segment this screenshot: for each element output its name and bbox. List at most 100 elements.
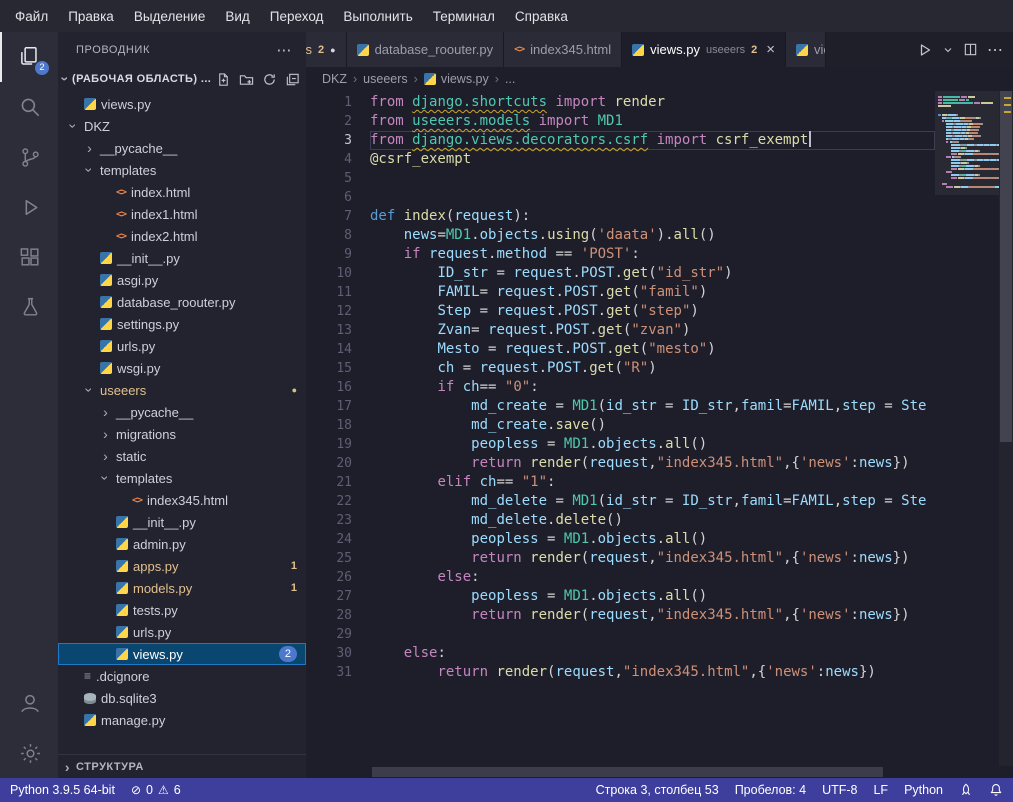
code-line[interactable]: news=MD1.objects.using('daata').all() xyxy=(370,226,935,245)
code-line[interactable]: ID_str = request.POST.get("id_str") xyxy=(370,264,935,283)
code-line[interactable]: md_delete.delete() xyxy=(370,511,935,530)
activity-account-button[interactable] xyxy=(0,678,58,728)
code-line[interactable]: peopless = MD1.objects.all() xyxy=(370,435,935,454)
new-file-icon[interactable] xyxy=(216,72,231,87)
breadcrumb-dkz[interactable]: DKZ xyxy=(322,72,347,86)
folder-useeers[interactable]: ›useeers● xyxy=(58,379,306,401)
code-line[interactable]: peopless = MD1.objects.all() xyxy=(370,587,935,606)
minimap[interactable] xyxy=(935,91,999,766)
code-line[interactable] xyxy=(370,188,935,207)
menu-terminal[interactable]: Терминал xyxy=(424,5,504,28)
more-actions-icon[interactable]: ⋯ xyxy=(987,40,1003,60)
code-line[interactable]: @csrf_exempt xyxy=(370,150,935,169)
activity-source-control-button[interactable] xyxy=(0,132,58,182)
more-actions-icon[interactable]: ⋯ xyxy=(276,41,292,59)
status-language[interactable]: Python xyxy=(904,778,943,802)
scrollbar-thumb[interactable] xyxy=(1000,91,1012,442)
rocket-icon[interactable] xyxy=(959,783,973,797)
file-init-py[interactable]: __init__.py xyxy=(58,511,306,533)
file-urls-py[interactable]: urls.py xyxy=(58,621,306,643)
vertical-scrollbar[interactable] xyxy=(999,91,1013,766)
file-asgi-py[interactable]: asgi.py xyxy=(58,269,306,291)
outline-section-header[interactable]: › СТРУКТУРА xyxy=(58,754,306,778)
activity-extensions-button[interactable] xyxy=(0,232,58,282)
folder-templates[interactable]: ›templates xyxy=(58,159,306,181)
folder-static[interactable]: ›static xyxy=(58,445,306,467)
file-apps-py[interactable]: apps.py1 xyxy=(58,555,306,577)
menu-go[interactable]: Переход xyxy=(261,5,333,28)
status-python-version[interactable]: Python 3.9.5 64-bit xyxy=(10,778,115,802)
folder-pycache[interactable]: ›__pycache__ xyxy=(58,401,306,423)
activity-settings-button[interactable] xyxy=(0,728,58,778)
file-index-html[interactable]: <>index.html xyxy=(58,181,306,203)
tab-views-py[interactable]: views.pyuseeers2× xyxy=(622,32,786,67)
status-problems[interactable]: ⊘0⚠6 xyxy=(131,778,181,802)
code-line[interactable]: ch = request.POST.get("R") xyxy=(370,359,935,378)
file-dcignore[interactable]: ≡.dcignore xyxy=(58,665,306,687)
code-line[interactable]: elif ch== "1": xyxy=(370,473,935,492)
split-editor-icon[interactable] xyxy=(963,42,978,57)
activity-run-debug-button[interactable] xyxy=(0,182,58,232)
code-line[interactable]: Step = request.POST.get("step") xyxy=(370,302,935,321)
code-line[interactable]: def index(request): xyxy=(370,207,935,226)
refresh-icon[interactable] xyxy=(262,72,277,87)
file-index1-html[interactable]: <>index1.html xyxy=(58,203,306,225)
code-line[interactable]: return render(request,"index345.html",{'… xyxy=(370,454,935,473)
file-models-py[interactable]: models.py1 xyxy=(58,577,306,599)
new-folder-icon[interactable] xyxy=(239,72,254,87)
code-line[interactable]: from useeers.models import MD1 xyxy=(370,112,935,131)
menu-help[interactable]: Справка xyxy=(506,5,577,28)
file-urls-py[interactable]: urls.py xyxy=(58,335,306,357)
collapse-all-icon[interactable] xyxy=(285,72,300,87)
file-index2-html[interactable]: <>index2.html xyxy=(58,225,306,247)
notifications-bell-icon[interactable] xyxy=(989,783,1003,797)
file-manage-py[interactable]: manage.py xyxy=(58,709,306,731)
code-line[interactable]: else: xyxy=(370,644,935,663)
menu-view[interactable]: Вид xyxy=(216,5,258,28)
tab-diiits[interactable]: diiits2● xyxy=(306,32,347,67)
status-indentation[interactable]: Пробелов: 4 xyxy=(735,778,806,802)
code-line[interactable]: peopless = MD1.objects.all() xyxy=(370,530,935,549)
code-editor[interactable]: from django.shortcuts import renderfrom … xyxy=(370,91,935,766)
scrollbar-thumb[interactable] xyxy=(372,767,883,777)
file-db-sqlite3[interactable]: db.sqlite3 xyxy=(58,687,306,709)
file-index345-html[interactable]: <>index345.html xyxy=(58,489,306,511)
code-line[interactable]: return render(request,"index345.html",{'… xyxy=(370,663,935,682)
menu-selection[interactable]: Выделение xyxy=(125,5,215,28)
tab-close-icon[interactable]: × xyxy=(766,41,775,58)
tab-views-py-2[interactable]: views.py xyxy=(786,32,826,67)
activity-testing-button[interactable] xyxy=(0,282,58,332)
status-cursor-position[interactable]: Строка 3, столбец 53 xyxy=(596,778,719,802)
file-tests-py[interactable]: tests.py xyxy=(58,599,306,621)
file-views-py[interactable]: views.py2 xyxy=(58,643,306,665)
file-init-py[interactable]: __init__.py xyxy=(58,247,306,269)
code-line[interactable]: from django.shortcuts import render xyxy=(370,93,935,112)
code-line[interactable]: md_create.save() xyxy=(370,416,935,435)
run-dropdown-chevron-icon[interactable] xyxy=(942,44,954,56)
activity-search-button[interactable] xyxy=(0,82,58,132)
file-views-py[interactable]: views.py xyxy=(58,93,306,115)
breadcrumb-useeers[interactable]: useeers xyxy=(363,72,407,86)
file-settings-py[interactable]: settings.py xyxy=(58,313,306,335)
file-database-roouter-py[interactable]: database_roouter.py xyxy=(58,291,306,313)
code-line[interactable]: Zvan= request.POST.get("zvan") xyxy=(370,321,935,340)
code-line[interactable]: md_create = MD1(id_str = ID_str,famil=FA… xyxy=(370,397,935,416)
workspace-section-header[interactable]: › (РАБОЧАЯ ОБЛАСТЬ) ... xyxy=(58,67,306,91)
horizontal-scrollbar[interactable] xyxy=(306,766,1013,778)
breadcrumb-views-py[interactable]: views.py xyxy=(424,72,489,86)
breadcrumb-symbol[interactable]: ... xyxy=(505,72,515,86)
tab-database-roouter-py[interactable]: database_roouter.py xyxy=(347,32,505,67)
status-encoding[interactable]: UTF-8 xyxy=(822,778,857,802)
code-line[interactable]: if ch== "0": xyxy=(370,378,935,397)
file-wsgi-py[interactable]: wsgi.py xyxy=(58,357,306,379)
menu-edit[interactable]: Правка xyxy=(59,5,123,28)
code-line[interactable]: md_delete = MD1(id_str = ID_str,famil=FA… xyxy=(370,492,935,511)
activity-explorer-button[interactable]: 2 xyxy=(0,32,58,82)
run-python-file-icon[interactable] xyxy=(917,42,933,58)
code-line[interactable]: return render(request,"index345.html",{'… xyxy=(370,549,935,568)
code-line[interactable] xyxy=(370,169,935,188)
code-line[interactable]: if request.method == 'POST': xyxy=(370,245,935,264)
code-line[interactable] xyxy=(370,625,935,644)
folder-dkz[interactable]: ›DKZ xyxy=(58,115,306,137)
code-line[interactable]: FAMIL= request.POST.get("famil") xyxy=(370,283,935,302)
